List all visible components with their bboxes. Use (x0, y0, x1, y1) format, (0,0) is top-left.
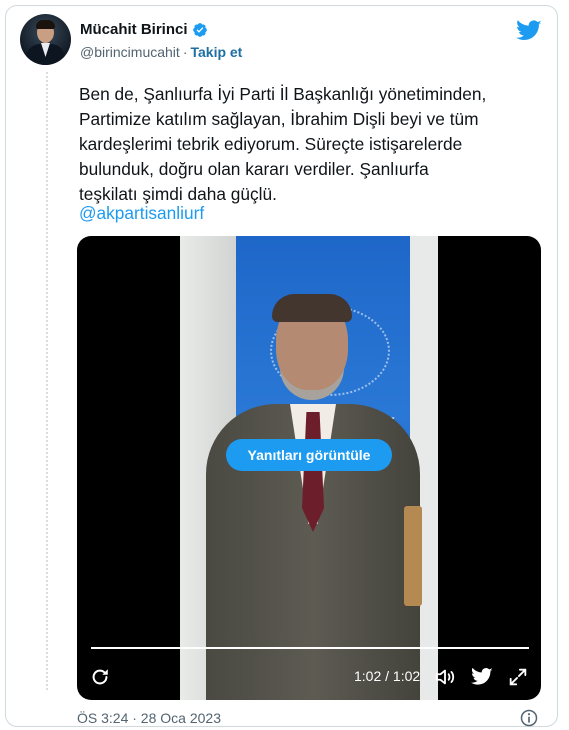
video-time: 1:02 / 1:02 (354, 668, 421, 684)
twitter-bird-icon[interactable] (516, 20, 542, 42)
video-player[interactable]: AK Yanıtları görüntüle 1:02 / 1:02 (77, 236, 541, 700)
twitter-bird-small-icon[interactable] (471, 666, 493, 688)
replay-icon[interactable] (89, 666, 111, 688)
fullscreen-icon[interactable] (507, 666, 529, 688)
author-handle[interactable]: @birincimucahit (80, 44, 180, 60)
video-controls: 1:02 / 1:02 (77, 656, 541, 696)
video-progress-bar[interactable] (91, 647, 529, 649)
thread-line (46, 72, 48, 690)
avatar[interactable] (20, 14, 71, 65)
mention-link[interactable]: @akpartisanliurf (79, 203, 204, 224)
follow-link[interactable]: Takip et (190, 44, 242, 60)
handle-row: @birincimucahit · Takip et (80, 44, 242, 60)
verified-badge-icon (192, 22, 207, 37)
author-name[interactable]: Mücahit Birinci (80, 21, 188, 38)
tweet-text: Ben de, Şanlıurfa İyi Parti İl Başkanlığ… (79, 84, 487, 204)
info-icon[interactable] (519, 708, 539, 728)
author-name-row[interactable]: Mücahit Birinci (80, 21, 208, 38)
tweet-timestamp[interactable]: ÖS 3:24 · 28 Oca 2023 (77, 710, 221, 726)
separator: · (182, 44, 188, 60)
volume-icon[interactable] (434, 666, 456, 688)
view-replies-button[interactable]: Yanıtları görüntüle (226, 439, 392, 471)
